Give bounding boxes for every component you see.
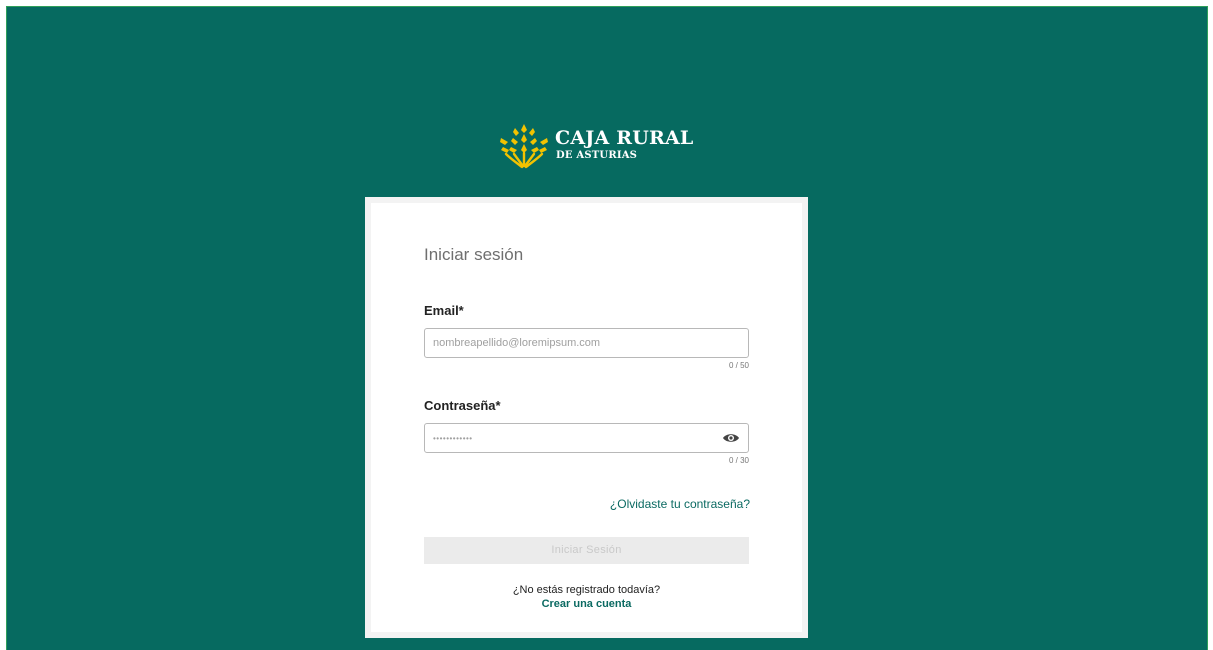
email-field[interactable]: nombreapellido@loremipsum.com bbox=[424, 328, 749, 358]
forgot-password-link[interactable]: ¿Olvidaste tu contraseña? bbox=[610, 497, 750, 511]
bank-name: CAJA RURAL DE ASTURIAS bbox=[555, 129, 693, 161]
bank-logo: CAJA RURAL DE ASTURIAS bbox=[495, 120, 693, 170]
login-title: Iniciar sesión bbox=[424, 245, 524, 264]
bank-name-line1: CAJA RURAL bbox=[555, 127, 694, 149]
bank-name-line2: DE ASTURIAS bbox=[556, 150, 638, 161]
email-placeholder: nombreapellido@loremipsum.com bbox=[433, 337, 601, 349]
email-char-counter: 0 / 50 bbox=[728, 361, 749, 370]
register-question: ¿No estás registrado todavía? bbox=[512, 584, 661, 596]
password-label: Contraseña* bbox=[424, 398, 501, 413]
create-account-link[interactable]: Crear una cuenta bbox=[424, 598, 749, 610]
login-card: Iniciar sesión Email* nombreapellido@lor… bbox=[365, 197, 808, 638]
login-button[interactable]: Iniciar Sesión bbox=[424, 537, 749, 564]
email-label: Email* bbox=[424, 303, 464, 318]
wheat-logo-icon bbox=[500, 124, 548, 169]
password-placeholder: •••••••••••• bbox=[433, 433, 473, 443]
password-char-counter: 0 / 30 bbox=[728, 456, 749, 465]
eye-icon[interactable] bbox=[722, 431, 740, 445]
page-background: CAJA RURAL DE ASTURIAS Iniciar sesión Em… bbox=[6, 6, 1208, 650]
password-field[interactable]: •••••••••••• bbox=[424, 423, 749, 453]
